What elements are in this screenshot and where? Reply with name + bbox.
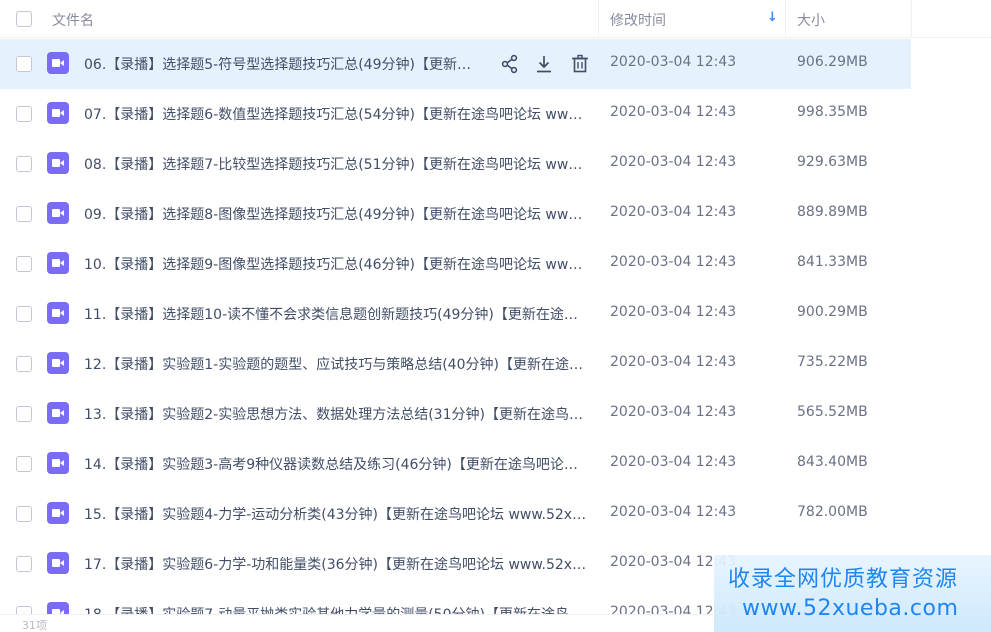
video-file-icon xyxy=(47,352,69,374)
file-modified-time: 2020-03-04 12:43 xyxy=(610,354,737,370)
column-header-size[interactable]: 大小 xyxy=(787,0,912,38)
file-modified-time: 2020-03-04 12:43 xyxy=(610,254,737,270)
file-checkbox[interactable] xyxy=(16,106,32,122)
video-file-icon xyxy=(47,402,69,424)
video-file-icon xyxy=(47,202,69,224)
file-name[interactable]: 10.【录播】选择题9-图像型选择题技巧汇总(46分钟)【更新在途鸟吧论坛 ww… xyxy=(84,254,590,274)
select-all-checkbox[interactable] xyxy=(16,11,32,27)
file-size: 889.89MB xyxy=(797,204,868,220)
file-modified-time: 2020-03-04 12:43 xyxy=(610,54,737,70)
file-list: 06.【录播】选择题5-符号型选择题技巧汇总(49分钟)【更新在途鸟吧论坛 ww… xyxy=(0,39,991,632)
file-checkbox[interactable] xyxy=(16,306,32,322)
file-checkbox[interactable] xyxy=(16,456,32,472)
column-header-name[interactable]: 文件名 xyxy=(52,10,94,30)
file-size: 906.29MB xyxy=(797,54,868,70)
file-row[interactable]: 09.【录播】选择题8-图像型选择题技巧汇总(49分钟)【更新在途鸟吧论坛 ww… xyxy=(0,189,991,239)
video-file-icon xyxy=(47,502,69,524)
column-header-modified-time[interactable]: 修改时间 ↓ xyxy=(598,0,786,38)
sort-desc-icon[interactable]: ↓ xyxy=(767,10,778,25)
video-file-icon xyxy=(47,52,69,74)
file-size: 929.63MB xyxy=(797,154,868,170)
file-name[interactable]: 06.【录播】选择题5-符号型选择题技巧汇总(49分钟)【更新在途鸟吧论坛 ww… xyxy=(84,54,476,74)
file-name[interactable]: 13.【录播】实验题2-实验思想方法、数据处理方法总结(31分钟)【更新在途鸟吧… xyxy=(84,404,590,424)
download-icon[interactable] xyxy=(532,52,556,76)
file-checkbox[interactable] xyxy=(16,206,32,222)
file-checkbox[interactable] xyxy=(16,256,32,272)
file-size: 843.40MB xyxy=(797,454,868,470)
column-header-modified-time-label: 修改时间 xyxy=(610,13,666,29)
file-row[interactable]: 06.【录播】选择题5-符号型选择题技巧汇总(49分钟)【更新在途鸟吧论坛 ww… xyxy=(0,39,911,89)
share-icon[interactable] xyxy=(498,52,522,76)
file-size: 841.33MB xyxy=(797,254,868,270)
video-file-icon xyxy=(47,552,69,574)
delete-icon[interactable] xyxy=(568,52,592,76)
video-file-icon xyxy=(47,102,69,124)
watermark-banner: 收录全网优质教育资源 www.52xueba.com xyxy=(714,555,991,632)
file-checkbox[interactable] xyxy=(16,356,32,372)
file-row[interactable]: 07.【录播】选择题6-数值型选择题技巧汇总(54分钟)【更新在途鸟吧论坛 ww… xyxy=(0,89,991,139)
file-name[interactable]: 11.【录播】选择题10-读不懂不会求类信息题创新题技巧(49分钟)【更新在途鸟… xyxy=(84,304,590,324)
file-list-header: 文件名 修改时间 ↓ 大小 xyxy=(0,0,991,38)
file-row[interactable]: 12.【录播】实验题1-实验题的题型、应试技巧与策略总结(40分钟)【更新在途鸟… xyxy=(0,339,991,389)
watermark-url: www.52xueba.com xyxy=(742,596,959,621)
file-row[interactable]: 14.【录播】实验题3-高考9种仪器读数总结及练习(46分钟)【更新在途鸟吧论坛… xyxy=(0,439,991,489)
file-checkbox[interactable] xyxy=(16,556,32,572)
file-row[interactable]: 13.【录播】实验题2-实验思想方法、数据处理方法总结(31分钟)【更新在途鸟吧… xyxy=(0,389,991,439)
file-name[interactable]: 17.【录播】实验题6-力学-功和能量类(36分钟)【更新在途鸟吧论坛 www.… xyxy=(84,554,590,574)
file-modified-time: 2020-03-04 12:43 xyxy=(610,154,737,170)
file-modified-time: 2020-03-04 12:43 xyxy=(610,104,737,120)
file-size: 900.29MB xyxy=(797,304,868,320)
file-checkbox[interactable] xyxy=(16,506,32,522)
file-checkbox[interactable] xyxy=(16,56,32,72)
column-header-size-label: 大小 xyxy=(797,13,825,29)
video-file-icon xyxy=(47,452,69,474)
file-size: 998.35MB xyxy=(797,104,868,120)
file-name[interactable]: 07.【录播】选择题6-数值型选择题技巧汇总(54分钟)【更新在途鸟吧论坛 ww… xyxy=(84,104,590,124)
file-checkbox[interactable] xyxy=(16,406,32,422)
file-row[interactable]: 11.【录播】选择题10-读不懂不会求类信息题创新题技巧(49分钟)【更新在途鸟… xyxy=(0,289,991,339)
file-modified-time: 2020-03-04 12:43 xyxy=(610,304,737,320)
file-modified-time: 2020-03-04 12:43 xyxy=(610,404,737,420)
file-name[interactable]: 09.【录播】选择题8-图像型选择题技巧汇总(49分钟)【更新在途鸟吧论坛 ww… xyxy=(84,204,590,224)
file-row[interactable]: 10.【录播】选择题9-图像型选择题技巧汇总(46分钟)【更新在途鸟吧论坛 ww… xyxy=(0,239,991,289)
file-size: 782.00MB xyxy=(797,504,868,520)
item-count: 31项 xyxy=(22,619,47,632)
file-name[interactable]: 15.【录播】实验题4-力学-运动分析类(43分钟)【更新在途鸟吧论坛 www.… xyxy=(84,504,590,524)
file-size: 735.22MB xyxy=(797,354,868,370)
file-row[interactable]: 08.【录播】选择题7-比较型选择题技巧汇总(51分钟)【更新在途鸟吧论坛 ww… xyxy=(0,139,991,189)
video-file-icon xyxy=(47,302,69,324)
file-name[interactable]: 12.【录播】实验题1-实验题的题型、应试技巧与策略总结(40分钟)【更新在途鸟… xyxy=(84,354,590,374)
file-modified-time: 2020-03-04 12:43 xyxy=(610,454,737,470)
video-file-icon xyxy=(47,152,69,174)
file-modified-time: 2020-03-04 12:43 xyxy=(610,504,737,520)
file-checkbox[interactable] xyxy=(16,156,32,172)
file-name[interactable]: 14.【录播】实验题3-高考9种仪器读数总结及练习(46分钟)【更新在途鸟吧论坛… xyxy=(84,454,590,474)
file-modified-time: 2020-03-04 12:43 xyxy=(610,204,737,220)
file-size: 565.52MB xyxy=(797,404,868,420)
watermark-slogan: 收录全网优质教育资源 xyxy=(728,567,959,592)
file-name[interactable]: 08.【录播】选择题7-比较型选择题技巧汇总(51分钟)【更新在途鸟吧论坛 ww… xyxy=(84,154,590,174)
file-row[interactable]: 15.【录播】实验题4-力学-运动分析类(43分钟)【更新在途鸟吧论坛 www.… xyxy=(0,489,991,539)
video-file-icon xyxy=(47,252,69,274)
